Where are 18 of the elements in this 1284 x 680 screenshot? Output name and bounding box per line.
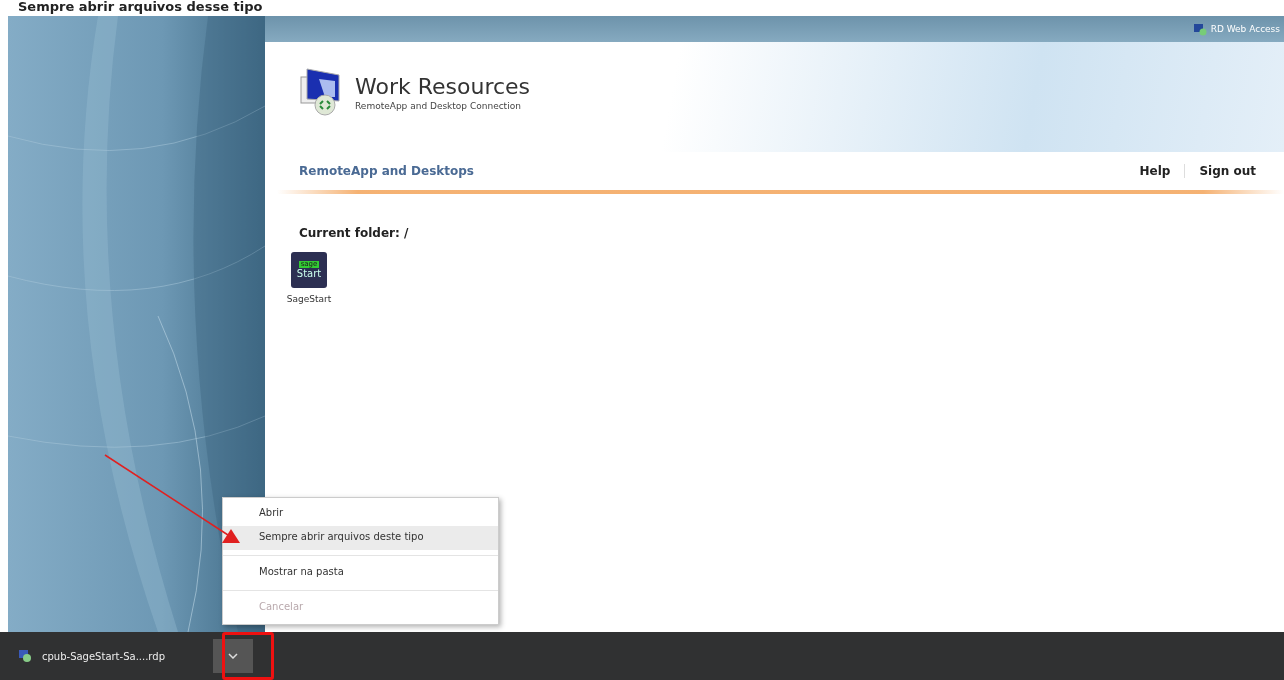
- menu-item[interactable]: Abrir: [223, 502, 498, 526]
- menu-item[interactable]: Mostrar na pasta: [223, 561, 498, 585]
- menu-item[interactable]: Sempre abrir arquivos deste tipo: [223, 526, 498, 550]
- sign-out-link[interactable]: Sign out: [1199, 164, 1256, 178]
- app-label[interactable]: SageStart: [286, 294, 332, 304]
- chevron-down-icon: [228, 653, 238, 659]
- dropdown-button[interactable]: [213, 639, 253, 673]
- caption: Sempre abrir arquivos desse tipo: [17, 0, 264, 16]
- highlight-box: [222, 632, 274, 680]
- app-name-label: RD Web Access: [1210, 24, 1280, 34]
- page-title: Work Resources: [355, 73, 531, 99]
- download-filename[interactable]: cpub-SageStart-Sa....rdp: [42, 650, 207, 662]
- remote-desktop-icon: [1192, 22, 1207, 36]
- file-icon: [18, 649, 32, 663]
- help-link[interactable]: Help: [1139, 164, 1171, 178]
- folder-label: Current folder: /: [299, 226, 410, 240]
- section-title: RemoteApp and Desktops: [299, 164, 475, 178]
- page-subtitle: RemoteApp and Desktop Connection: [355, 100, 522, 111]
